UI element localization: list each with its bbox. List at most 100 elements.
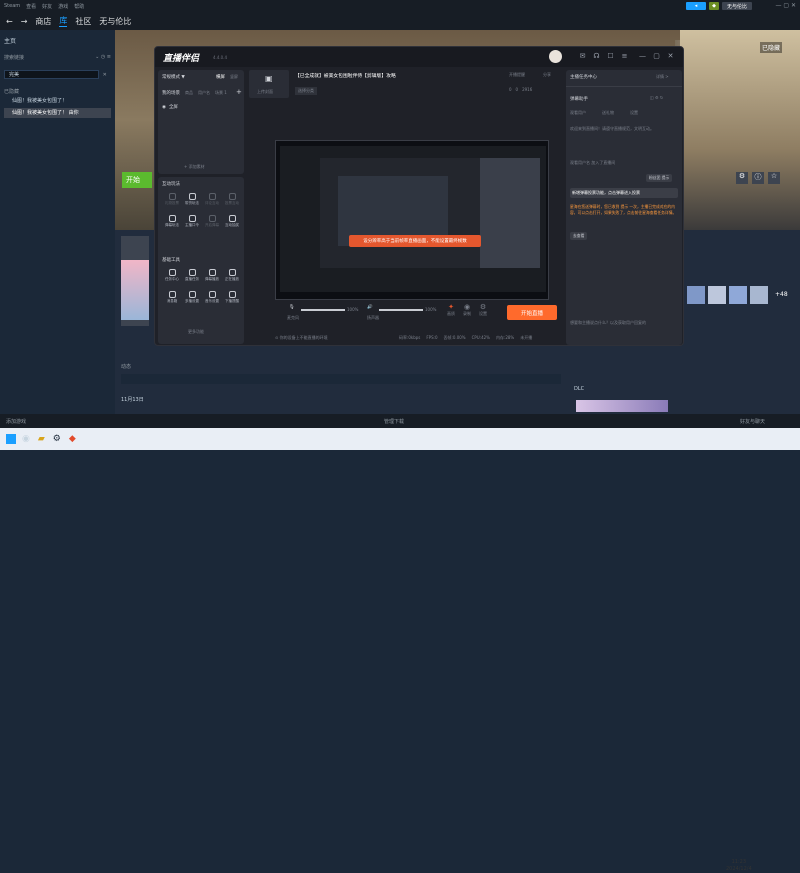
- notification-button[interactable]: ◂: [686, 2, 706, 10]
- play-button[interactable]: 开始: [122, 172, 152, 188]
- chat-icon[interactable]: ☐: [607, 53, 614, 60]
- minimize-icon[interactable]: —: [639, 53, 646, 60]
- clear-icon[interactable]: ✕: [103, 72, 107, 78]
- tool-gift-vote[interactable]: 礼物投票: [162, 193, 182, 209]
- windows-start-icon[interactable]: [6, 434, 16, 444]
- tab-viewers[interactable]: 观看用户: [570, 110, 586, 116]
- category-select[interactable]: 选择分类: [295, 87, 317, 95]
- speaker-slider[interactable]: [379, 309, 423, 311]
- account-name[interactable]: 无与伦比: [722, 2, 752, 10]
- start-live-button[interactable]: 开始直播: [507, 305, 557, 320]
- nav-community[interactable]: 社区: [75, 16, 91, 27]
- tool-danmaku-play[interactable]: 弹幕播放: [202, 269, 222, 285]
- filter-icon[interactable]: ⌄ ◷ ≡: [95, 54, 111, 60]
- tool-tasks[interactable]: 任务中心: [162, 269, 182, 285]
- task-center-link[interactable]: 详情 >: [656, 74, 669, 80]
- eye-icon[interactable]: ◉: [162, 105, 166, 110]
- tool-lottery[interactable]: 互动抽奖: [222, 215, 242, 231]
- message-icon[interactable]: ✉: [579, 53, 586, 60]
- nav-profile[interactable]: 无与伦比: [99, 16, 131, 27]
- folder-icon[interactable]: ▰: [38, 434, 45, 444]
- settings-button[interactable]: ⚙ 设置: [479, 303, 487, 317]
- orientation-landscape[interactable]: 横屏: [216, 74, 225, 80]
- steam-menu-friends[interactable]: 好友: [42, 3, 52, 10]
- nav-store[interactable]: 商店: [35, 16, 51, 27]
- menu-icon[interactable]: ≡: [621, 53, 628, 60]
- tools-panel: 互动玩法 礼物投票 带货玩法 评论互动 投票互动 弹幕玩法 主播口令 开启弹幕 …: [158, 177, 244, 344]
- scene-tab-user[interactable]: 用户名: [198, 90, 210, 96]
- orientation-portrait[interactable]: 竖屏: [230, 74, 238, 80]
- tool-end-remind[interactable]: 下播提醒: [222, 291, 242, 307]
- add-source-button[interactable]: + 添加素材: [184, 164, 205, 170]
- tab-gifts[interactable]: 送礼物: [602, 110, 614, 116]
- scene-tab-1[interactable]: 场景 1: [215, 90, 227, 96]
- share-button[interactable]: 分享: [543, 72, 551, 78]
- downloads-button[interactable]: 管理下载: [384, 418, 404, 425]
- activity-input[interactable]: [121, 374, 561, 384]
- more-tools-button[interactable]: 更多功能: [188, 329, 204, 335]
- interact-title: 互动玩法: [162, 182, 180, 187]
- chrome-icon[interactable]: ◉: [22, 434, 30, 444]
- tool-music[interactable]: 音乐设置: [202, 291, 222, 307]
- steam-menu-steam[interactable]: Steam: [4, 3, 20, 9]
- system-clock[interactable]: 11:23 2024/12/4: [726, 859, 752, 873]
- view-task-button[interactable]: 去查看: [570, 232, 588, 240]
- speaker-icon[interactable]: 🔊: [367, 305, 373, 310]
- chat-input[interactable]: 想要和主播说点什么？以及获取用户回复的: [570, 320, 678, 326]
- inbox-icon: [168, 291, 176, 298]
- library-game-1[interactable]: 仙图！我被美女包围了！: [4, 96, 111, 106]
- tool-vote[interactable]: 投票互动: [222, 193, 242, 209]
- avatar[interactable]: [549, 50, 562, 63]
- tab-settings[interactable]: 设置: [630, 110, 638, 116]
- star-icon[interactable]: ☆: [768, 172, 780, 184]
- quality-icon: ✦: [448, 303, 454, 311]
- mic-slider[interactable]: [301, 309, 345, 311]
- streaming-app-icon[interactable]: ◆: [69, 434, 76, 444]
- window-controls[interactable]: — ▢ ✕: [775, 2, 796, 9]
- tool-multicast[interactable]: 多播设置: [182, 291, 202, 307]
- library-home[interactable]: 主页: [4, 36, 111, 45]
- tool-live-tasks[interactable]: 直播任务: [182, 269, 202, 285]
- library-filter[interactable]: 搜索链接 ⌄ ◷ ≡: [4, 54, 111, 61]
- maximize-icon[interactable]: ▢: [653, 53, 660, 60]
- scene-tab-mine[interactable]: 我的场景: [162, 90, 180, 96]
- info-icon[interactable]: ⓘ: [752, 172, 764, 184]
- assistant-tools-icon[interactable]: ◫ ⚙ ↻: [650, 95, 663, 100]
- quality-button[interactable]: ✦ 画质: [447, 303, 455, 317]
- library-section[interactable]: 已隐藏: [4, 88, 111, 95]
- tool-comment[interactable]: 评论互动: [202, 193, 222, 209]
- friends-icon[interactable]: ◆: [709, 2, 719, 10]
- stream-title[interactable]: 【已全成就】被美女包围啦伴侍【剪辑版】攻略: [295, 72, 396, 79]
- steam-menu-view[interactable]: 查看: [26, 3, 36, 10]
- library-search-input[interactable]: [4, 70, 99, 79]
- steam-icon[interactable]: ⚙: [53, 434, 61, 444]
- library-game-2[interactable]: 仙图！我被美女包围了！ 由你: [4, 108, 111, 118]
- record-button[interactable]: ◉ 录制: [463, 303, 471, 317]
- add-scene-icon[interactable]: +: [236, 88, 242, 96]
- scene-item[interactable]: ◉ 全屏: [162, 102, 240, 112]
- add-game-button[interactable]: 添加游戏: [6, 418, 26, 425]
- headset-icon[interactable]: ☊: [593, 53, 600, 60]
- live-reminder-button[interactable]: 开播提醒: [509, 72, 525, 78]
- tool-command[interactable]: 主播口令: [182, 215, 202, 231]
- tool-now-playing[interactable]: 正在播放: [222, 269, 242, 285]
- tool-open-danmaku[interactable]: 开启弹幕: [202, 215, 222, 231]
- settings-icon[interactable]: ⚙: [736, 172, 748, 184]
- steam-menu-games[interactable]: 游戏: [58, 3, 68, 10]
- dlc-banner[interactable]: [576, 400, 668, 412]
- mode-select[interactable]: 常规模式 ▼: [162, 74, 185, 80]
- tool-danmaku-game[interactable]: 弹幕玩法: [162, 215, 182, 231]
- tool-label: 直播任务: [185, 277, 199, 281]
- tool-sales[interactable]: 带货玩法: [182, 193, 202, 209]
- steam-menu-help[interactable]: 帮助: [74, 3, 84, 10]
- close-icon[interactable]: ✕: [667, 53, 674, 60]
- tool-inbox[interactable]: 消息箱: [162, 291, 182, 307]
- stream-preview[interactable]: [275, 140, 549, 300]
- upload-cover[interactable]: ▣ 上传封面: [249, 70, 289, 98]
- scene-tab-goods[interactable]: 商品: [185, 90, 193, 96]
- mic-icon[interactable]: 🎙: [289, 305, 295, 310]
- forward-icon[interactable]: →: [21, 17, 28, 26]
- friends-chat-button[interactable]: 好友与聊天: [740, 418, 765, 425]
- back-icon[interactable]: ←: [6, 17, 13, 26]
- nav-library[interactable]: 库: [59, 15, 68, 27]
